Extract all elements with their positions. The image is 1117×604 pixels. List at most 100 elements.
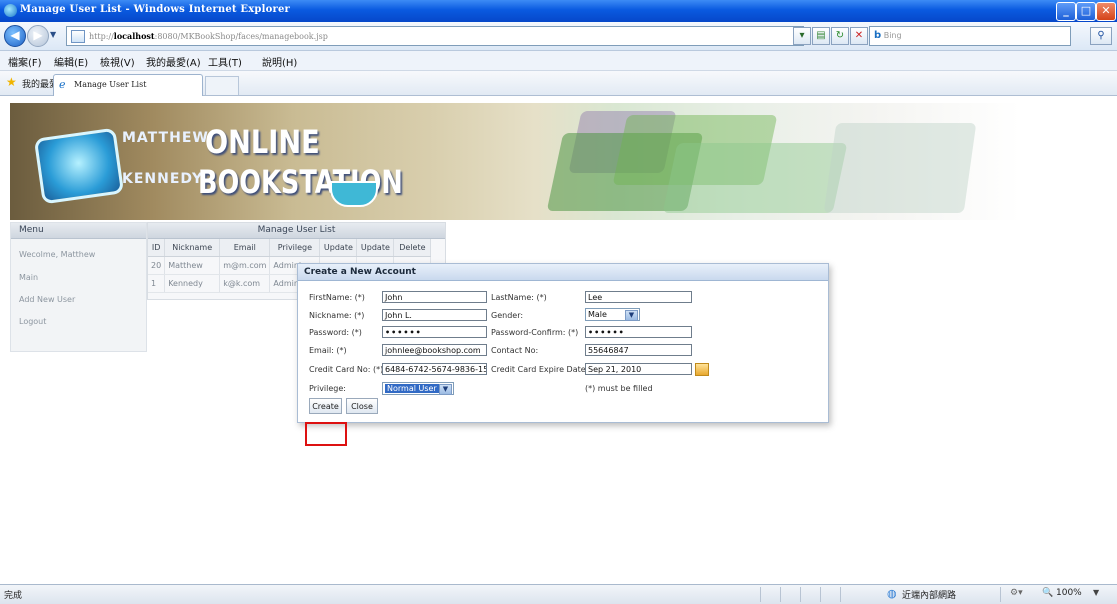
calendar-icon[interactable] bbox=[695, 363, 709, 376]
new-tab-button[interactable] bbox=[205, 76, 239, 95]
menu-help[interactable]: 說明(H) bbox=[262, 54, 297, 69]
address-dropdown-icon[interactable]: ▾ bbox=[793, 27, 811, 45]
privilege-select[interactable]: Normal User ▼ bbox=[382, 382, 454, 395]
password-input[interactable]: •••••• bbox=[382, 326, 487, 338]
create-account-dialog: Create a New Account FirstName: (*) John… bbox=[297, 263, 829, 423]
credit-card-label: Credit Card No: (*) bbox=[309, 365, 384, 374]
banner-tile bbox=[662, 143, 848, 213]
privilege-label: Privilege: bbox=[309, 384, 346, 393]
intranet-globe-icon: ◍ bbox=[887, 587, 897, 600]
window-title-bar: Manage User List - Windows Internet Expl… bbox=[0, 0, 1117, 22]
status-divider bbox=[840, 587, 841, 602]
contact-input[interactable]: 55646847 bbox=[585, 344, 692, 356]
refresh-icon[interactable]: ↻ bbox=[831, 27, 849, 45]
gender-selected-value: Male bbox=[588, 310, 607, 319]
browser-tab[interactable]: ℯ Manage User List bbox=[53, 74, 203, 96]
close-window-button[interactable]: ✕ bbox=[1096, 2, 1116, 21]
compatibility-view-icon[interactable]: ▤ bbox=[812, 27, 830, 45]
url-host: localhost bbox=[113, 31, 155, 41]
gender-select[interactable]: Male ▼ bbox=[585, 308, 640, 321]
email-input[interactable]: johnlee@bookshop.com bbox=[382, 344, 487, 356]
security-zone: 近端內部網路 bbox=[902, 591, 957, 601]
logo-online: ONLINE bbox=[205, 123, 320, 161]
stop-icon[interactable]: ✕ bbox=[850, 27, 868, 45]
status-divider bbox=[1000, 587, 1001, 602]
lastname-input[interactable]: Lee bbox=[585, 291, 692, 303]
menu-tools[interactable]: 工具(T) bbox=[208, 54, 242, 69]
search-input[interactable]: b Bing bbox=[869, 26, 1071, 46]
status-divider bbox=[760, 587, 761, 602]
credit-card-expire-input[interactable]: Sep 21, 2010 bbox=[585, 363, 692, 375]
globe-monitor-icon bbox=[33, 127, 125, 205]
column-header-delete: Delete bbox=[393, 239, 432, 257]
cell-email: k@k.com bbox=[219, 274, 271, 293]
nickname-input[interactable]: John L. bbox=[382, 309, 487, 321]
menu-view[interactable]: 檢視(V) bbox=[100, 54, 135, 69]
zoom-icon: 🔍 bbox=[1042, 588, 1054, 598]
history-dropdown-icon[interactable]: ▼ bbox=[50, 30, 56, 39]
back-button[interactable]: ◀ bbox=[4, 25, 26, 47]
maximize-button[interactable]: □ bbox=[1076, 2, 1096, 21]
nickname-label: Nickname: (*) bbox=[309, 311, 365, 320]
firstname-input[interactable]: John bbox=[382, 291, 487, 303]
contact-label: Contact No: bbox=[491, 346, 539, 355]
favorites-star-icon: ★ bbox=[6, 75, 17, 89]
gender-label: Gender: bbox=[491, 311, 524, 320]
menu-favorites[interactable]: 我的最愛(A) bbox=[146, 54, 201, 69]
highlight-annotation bbox=[305, 422, 347, 446]
search-engine-name: Bing bbox=[883, 31, 902, 40]
site-banner: MATTHEW ONLINE KENNEDY BOOKSTATION bbox=[10, 103, 1020, 220]
sidebar-item-add-new-user[interactable]: Add New User bbox=[19, 295, 75, 304]
forward-button[interactable]: ▶ bbox=[27, 25, 49, 47]
password-confirm-label: Password-Confirm: (*) bbox=[491, 328, 579, 337]
firstname-label: FirstName: (*) bbox=[309, 293, 365, 302]
cell-nickname: Kennedy bbox=[164, 274, 221, 293]
column-header-nickname: Nickname bbox=[164, 239, 221, 257]
status-divider bbox=[800, 587, 801, 602]
column-header-id: ID bbox=[148, 239, 166, 257]
sidebar-item-logout[interactable]: Logout bbox=[19, 317, 46, 326]
column-header-update: Update bbox=[319, 239, 358, 257]
table-header-row: ID Nickname Email Privilege Update Updat… bbox=[148, 239, 432, 257]
cell-id: 1 bbox=[148, 274, 166, 293]
ie-app-icon bbox=[4, 4, 17, 17]
lastname-label: LastName: (*) bbox=[491, 293, 547, 302]
sidebar-menu: Menu Wecolme, Matthew Main Add New User … bbox=[10, 222, 147, 352]
credit-card-input[interactable]: 6484-6742-5674-9836-15 bbox=[382, 363, 487, 375]
menu-file[interactable]: 檔案(F) bbox=[8, 54, 42, 69]
sidebar-item-welcome: Wecolme, Matthew bbox=[19, 250, 96, 259]
credit-card-expire-label: Credit Card Expire Date: bbox=[491, 365, 589, 374]
user-list-title: Manage User List bbox=[148, 223, 445, 239]
tab-ie-icon: ℯ bbox=[59, 78, 66, 91]
cell-email: m@m.com bbox=[219, 256, 271, 275]
status-divider bbox=[780, 587, 781, 602]
shopping-cart-icon bbox=[330, 181, 378, 207]
bing-logo-icon: b bbox=[874, 30, 882, 41]
window-title: Manage User List - Windows Internet Expl… bbox=[20, 4, 290, 15]
cell-nickname: Matthew bbox=[164, 256, 221, 275]
create-button[interactable]: Create bbox=[309, 398, 342, 414]
protected-mode-icon[interactable]: ⚙▾ bbox=[1010, 588, 1023, 598]
status-text: 完成 bbox=[4, 591, 23, 601]
password-confirm-input[interactable]: •••••• bbox=[585, 326, 692, 338]
zoom-level[interactable]: 100% bbox=[1056, 588, 1082, 598]
status-divider bbox=[820, 587, 821, 602]
search-icon[interactable]: ⚲ bbox=[1090, 27, 1112, 45]
menu-edit[interactable]: 編輯(E) bbox=[54, 54, 88, 69]
chevron-down-icon: ▼ bbox=[439, 384, 452, 395]
minimize-button[interactable]: _ bbox=[1056, 2, 1076, 21]
sidebar-header: Menu bbox=[11, 223, 146, 239]
chevron-down-icon: ▼ bbox=[625, 310, 638, 321]
logo-kennedy: KENNEDY bbox=[122, 171, 204, 187]
email-label: Email: (*) bbox=[309, 346, 347, 355]
required-note: (*) must be filled bbox=[585, 384, 653, 393]
logo-matthew: MATTHEW bbox=[122, 130, 209, 146]
close-button[interactable]: Close bbox=[346, 398, 378, 414]
tab-title: Manage User List bbox=[74, 80, 147, 89]
zoom-dropdown-icon[interactable]: ▼ bbox=[1093, 588, 1099, 597]
banner-tile bbox=[823, 123, 977, 213]
password-label: Password: (*) bbox=[309, 328, 362, 337]
column-header-email: Email bbox=[219, 239, 271, 257]
address-input[interactable]: http://localhost:8080/MKBookShop/faces/m… bbox=[66, 26, 804, 46]
sidebar-item-main[interactable]: Main bbox=[19, 273, 38, 282]
